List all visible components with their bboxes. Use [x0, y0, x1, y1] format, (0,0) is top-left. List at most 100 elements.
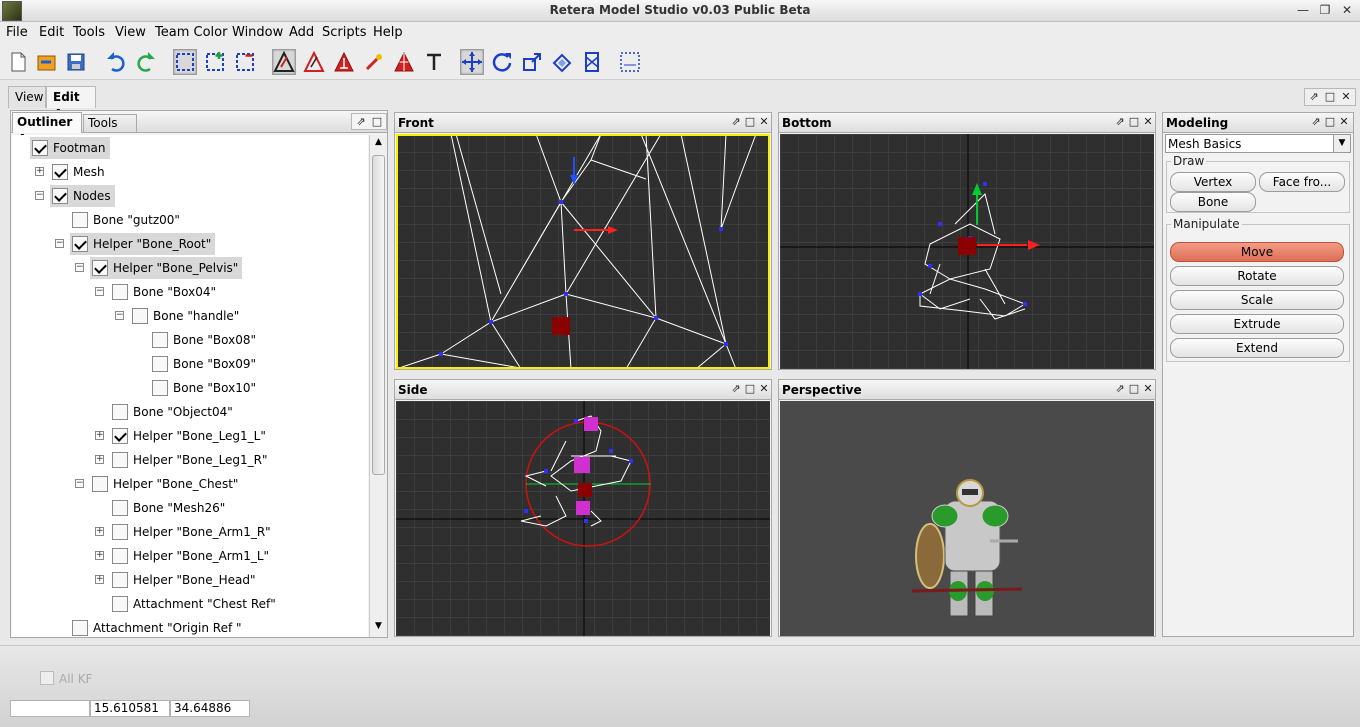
- select-deselect-icon[interactable]: [233, 49, 257, 75]
- tree-node[interactable]: Mesh: [50, 161, 109, 183]
- maximize-icon[interactable]: □: [743, 382, 757, 396]
- all-kf-checkbox[interactable]: [40, 671, 54, 685]
- menu-help[interactable]: Help: [373, 25, 403, 40]
- mode-select[interactable]: Mesh Basics ▼: [1165, 134, 1351, 153]
- rotate-button[interactable]: Rotate: [1170, 266, 1344, 286]
- tab-outliner[interactable]: Outliner ⇗: [12, 112, 82, 143]
- tree-node-checkbox[interactable]: [112, 596, 128, 612]
- tree-node[interactable]: Bone "Box04": [110, 281, 220, 303]
- close-icon[interactable]: ✕: [1339, 90, 1353, 104]
- tree-node-checkbox[interactable]: [32, 140, 48, 156]
- undock-icon[interactable]: ⇗: [1307, 90, 1321, 104]
- open-folder-icon[interactable]: [35, 49, 59, 75]
- tree-scrollbar[interactable]: ▲ ▼: [369, 135, 387, 637]
- menu-view[interactable]: View: [115, 25, 146, 40]
- maximize-icon[interactable]: □: [1323, 115, 1337, 129]
- tree-node[interactable]: Helper "Bone_Leg1_R": [110, 449, 272, 471]
- menu-team-color[interactable]: Team Color: [155, 25, 227, 40]
- perspective-viewport[interactable]: [780, 401, 1154, 636]
- bottom-viewport[interactable]: [780, 134, 1154, 369]
- expand-icon[interactable]: +: [95, 431, 104, 440]
- maximize-icon[interactable]: □: [743, 115, 757, 129]
- collapse-icon[interactable]: −: [95, 287, 104, 296]
- tab-view[interactable]: View: [8, 86, 46, 108]
- undock-icon[interactable]: ⇗: [1113, 382, 1127, 396]
- menu-scripts[interactable]: Scripts: [322, 25, 366, 40]
- draw-triangle-outline-icon[interactable]: [302, 49, 326, 75]
- menu-edit[interactable]: Edit: [39, 25, 64, 40]
- save-icon[interactable]: [64, 49, 88, 75]
- tree-node-checkbox[interactable]: [92, 476, 108, 492]
- extend-button[interactable]: Extend: [1170, 338, 1344, 358]
- tree-node-checkbox[interactable]: [112, 548, 128, 564]
- collapse-icon[interactable]: −: [115, 311, 124, 320]
- tree-node[interactable]: Attachment "Origin Ref ": [70, 617, 246, 637]
- tab-tools[interactable]: Tools: [83, 114, 137, 133]
- scroll-thumb[interactable]: [372, 155, 385, 475]
- undock-icon[interactable]: ⇗: [1113, 115, 1127, 129]
- tree-node[interactable]: Bone "Object04": [110, 401, 237, 423]
- paint-brush-icon[interactable]: [362, 49, 386, 75]
- new-file-icon[interactable]: [6, 49, 30, 75]
- tree-node-checkbox[interactable]: [112, 452, 128, 468]
- menu-tools[interactable]: Tools: [73, 25, 105, 40]
- tree-node[interactable]: Bone "gutz00": [70, 209, 184, 231]
- text-icon[interactable]: [422, 49, 446, 75]
- tree-node[interactable]: Bone "Box10": [150, 377, 260, 399]
- tree-node-checkbox[interactable]: [112, 572, 128, 588]
- collapse-icon[interactable]: −: [75, 479, 84, 488]
- tree-node[interactable]: Attachment "Chest Ref": [110, 593, 280, 615]
- expand-icon[interactable]: +: [95, 575, 104, 584]
- menu-file[interactable]: File: [6, 25, 28, 40]
- undo-icon[interactable]: [104, 49, 128, 75]
- face-from-button[interactable]: Face fro...: [1259, 172, 1345, 192]
- tree-node-checkbox[interactable]: [92, 260, 108, 276]
- extend-icon[interactable]: [580, 49, 604, 75]
- triangle-grid-icon[interactable]: [392, 49, 416, 75]
- tree-node[interactable]: Helper "Bone_Arm1_R": [110, 521, 275, 543]
- tree-node-checkbox[interactable]: [52, 164, 68, 180]
- chevron-down-icon[interactable]: ▼: [1333, 135, 1350, 152]
- tree-node-checkbox[interactable]: [112, 500, 128, 516]
- tree-node[interactable]: Helper "Bone_Head": [110, 569, 259, 591]
- undock-icon[interactable]: ⇗: [729, 115, 743, 129]
- bone-button[interactable]: Bone: [1170, 192, 1256, 212]
- tree-node-checkbox[interactable]: [72, 620, 88, 636]
- tree-node[interactable]: Bone "handle": [130, 305, 243, 327]
- maximize-icon[interactable]: □: [1127, 382, 1141, 396]
- redo-icon[interactable]: [134, 49, 158, 75]
- extrude-icon[interactable]: [550, 49, 574, 75]
- draw-triangle-icon[interactable]: [272, 49, 296, 75]
- tree-node-checkbox[interactable]: [112, 428, 128, 444]
- side-viewport[interactable]: [396, 401, 770, 636]
- tree-node[interactable]: Helper "Bone_Leg1_L": [110, 425, 270, 447]
- tree-node-checkbox[interactable]: [52, 188, 68, 204]
- undock-icon[interactable]: ⇗: [1309, 115, 1323, 129]
- tree-node-checkbox[interactable]: [72, 212, 88, 228]
- undock-icon[interactable]: ⇗: [354, 115, 368, 129]
- tree-node[interactable]: Helper "Bone_Chest": [90, 473, 242, 495]
- tree-node-checkbox[interactable]: [152, 332, 168, 348]
- menu-add[interactable]: Add: [289, 25, 314, 40]
- select-add-icon[interactable]: [203, 49, 227, 75]
- move-button[interactable]: Move: [1170, 242, 1344, 262]
- close-icon[interactable]: ✕: [1337, 115, 1351, 129]
- expand-icon[interactable]: +: [95, 527, 104, 536]
- minimize-icon[interactable]: —: [1292, 1, 1314, 20]
- collapse-icon[interactable]: −: [35, 191, 44, 200]
- vertex-button[interactable]: Vertex: [1170, 172, 1256, 192]
- move-icon[interactable]: [460, 49, 484, 75]
- tree-node[interactable]: Helper "Bone_Arm1_L": [110, 545, 273, 567]
- extrude-button[interactable]: Extrude: [1170, 314, 1344, 334]
- tree-node-checkbox[interactable]: [72, 236, 88, 252]
- collapse-icon[interactable]: −: [55, 239, 64, 248]
- tree-node-checkbox[interactable]: [152, 356, 168, 372]
- maximize-icon[interactable]: ❐: [1314, 1, 1336, 20]
- tree-node[interactable]: Bone "Box08": [150, 329, 260, 351]
- scale-button[interactable]: Scale: [1170, 290, 1344, 310]
- close-icon[interactable]: ✕: [1141, 115, 1155, 129]
- draw-triangle-filled-icon[interactable]: [332, 49, 356, 75]
- tree-node[interactable]: Helper "Bone_Root": [70, 233, 216, 255]
- close-icon[interactable]: ✕: [757, 115, 771, 129]
- close-icon[interactable]: ✕: [1141, 382, 1155, 396]
